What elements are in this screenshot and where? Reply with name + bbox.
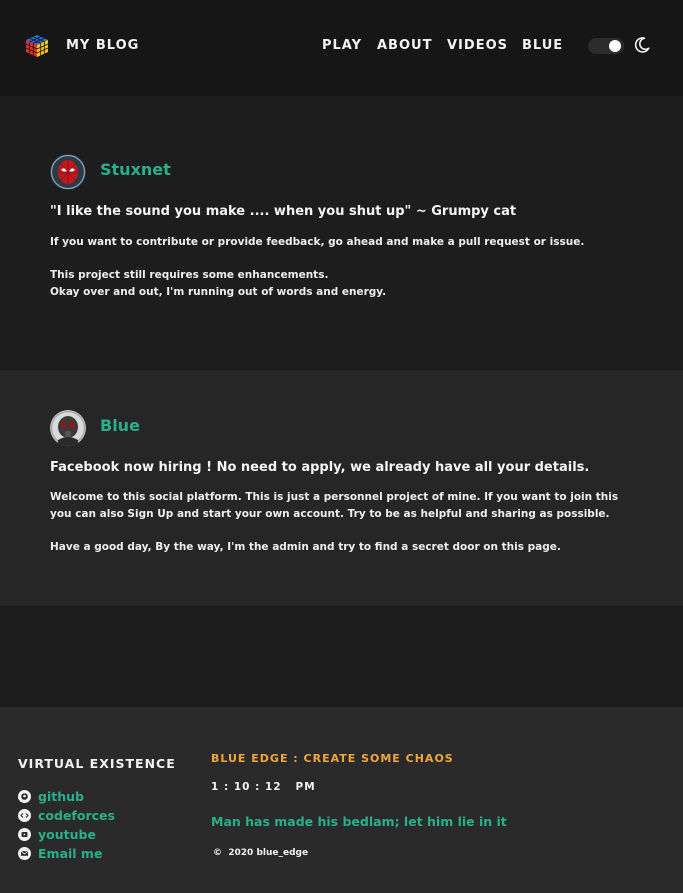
- gasmask-avatar-icon: [50, 410, 86, 446]
- post-paragraph: Have a good day, By the way, I'm the adm…: [50, 541, 561, 553]
- nav-videos[interactable]: VIDEOS: [447, 38, 508, 53]
- post-paragraph: Okay over and out, I'm running out of wo…: [50, 286, 387, 298]
- nav-about[interactable]: ABOUT: [377, 38, 432, 53]
- post-card: Blue Facebook now hiring ! No need to ap…: [0, 370, 683, 606]
- github-icon: [18, 790, 31, 803]
- footer-link-label[interactable]: codeforces: [38, 808, 115, 823]
- post-card: Stuxnet "I like the sound you make .... …: [0, 96, 683, 370]
- post-headline: Facebook now hiring ! No need to apply, …: [50, 460, 590, 475]
- footer-link-youtube[interactable]: youtube: [18, 827, 96, 842]
- copyright: © 2020 blue_edge: [213, 848, 309, 858]
- footer-link-codeforces[interactable]: codeforces: [18, 808, 115, 823]
- footer-quote: Man has made his bedlam; let him lie in …: [211, 814, 507, 829]
- avatar[interactable]: [50, 410, 86, 446]
- post-paragraph: This project still requires some enhance…: [50, 269, 329, 281]
- envelope-icon: [18, 847, 31, 860]
- footer-title: VIRTUAL EXISTENCE: [18, 756, 176, 771]
- nav-blue[interactable]: BLUE: [522, 38, 563, 53]
- moon-icon[interactable]: [633, 36, 651, 54]
- post-headline: "I like the sound you make .... when you…: [50, 204, 517, 219]
- clock-display: 1 : 10 : 12 PM: [211, 781, 316, 793]
- footer-link-email[interactable]: Email me: [18, 846, 102, 861]
- top-navbar: MY BLOG PLAY ABOUT VIDEOS BLUE: [0, 0, 683, 96]
- avatar[interactable]: [50, 154, 86, 190]
- footer-link-github[interactable]: github: [18, 789, 84, 804]
- toggle-knob: [609, 40, 621, 52]
- post-paragraph: If you want to contribute or provide fee…: [50, 236, 585, 248]
- footer-link-label[interactable]: Email me: [38, 846, 102, 861]
- footer: VIRTUAL EXISTENCE github codeforces yout…: [0, 707, 683, 893]
- rubiks-cube-logo-icon[interactable]: [24, 33, 50, 59]
- spiderman-avatar-icon: [50, 154, 86, 190]
- footer-link-label[interactable]: github: [38, 789, 84, 804]
- footer-link-label[interactable]: youtube: [38, 827, 96, 842]
- post-author[interactable]: Blue: [100, 416, 140, 435]
- post-author[interactable]: Stuxnet: [100, 160, 171, 179]
- post-paragraph: Welcome to this social platform. This is…: [50, 491, 619, 520]
- footer-tagline: BLUE EDGE : CREATE SOME CHAOS: [211, 752, 454, 765]
- theme-toggle[interactable]: [588, 38, 624, 54]
- youtube-icon: [18, 828, 31, 841]
- nav-play[interactable]: PLAY: [322, 38, 362, 53]
- code-icon: [18, 809, 31, 822]
- site-title[interactable]: MY BLOG: [66, 38, 139, 53]
